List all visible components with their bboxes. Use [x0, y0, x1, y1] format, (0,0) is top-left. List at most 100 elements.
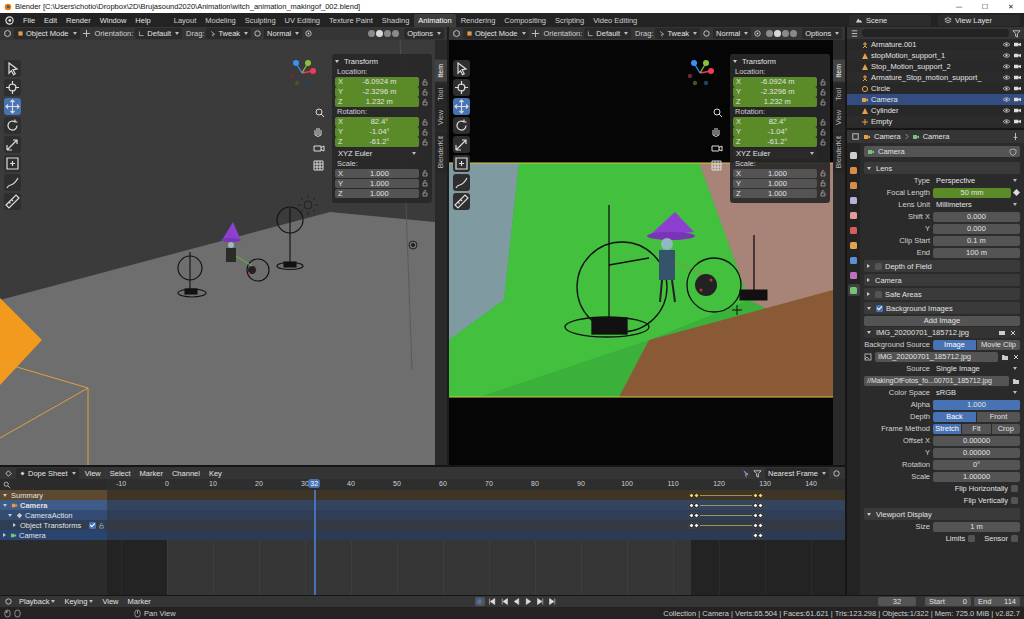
start-frame-field[interactable]: Start0 [925, 597, 971, 606]
keyframe-toggle[interactable] [1013, 189, 1020, 196]
lock-icon[interactable] [819, 98, 827, 106]
panel-header[interactable]: Camera [864, 274, 1020, 286]
outliner-item[interactable]: Armature_Stop_motion_support_ [847, 72, 1024, 83]
menu-item[interactable]: Marker [125, 597, 154, 606]
eye-icon[interactable] [1002, 41, 1011, 48]
playhead[interactable] [314, 490, 316, 595]
channel-checkbox[interactable] [89, 522, 96, 529]
snap-target-dropdown[interactable]: Normal [713, 28, 751, 39]
viewport-canvas[interactable]: TransformLocation:X-6.0924 mY-2.3296 mZ1… [0, 40, 435, 465]
frame-ruler[interactable]: -10010203040506070809010011012013014032 [107, 479, 845, 490]
menu-item[interactable]: Keying [61, 597, 96, 606]
properties-tab[interactable] [848, 149, 860, 161]
tool-button[interactable] [453, 60, 470, 77]
sidebar-tab[interactable]: BlenderKit [435, 132, 447, 172]
menu-item[interactable]: Help [131, 15, 154, 26]
lock-icon[interactable] [421, 78, 429, 86]
lock-icon[interactable] [819, 118, 827, 126]
menu-item[interactable]: Channel [169, 469, 203, 478]
search-icon[interactable] [3, 481, 11, 489]
lock-icon[interactable] [819, 189, 827, 197]
number-field[interactable]: Y-2.3296 m [335, 87, 419, 97]
tool-button[interactable] [4, 136, 21, 153]
display-toggle-icon[interactable] [998, 329, 1006, 337]
tool-button[interactable] [453, 155, 470, 172]
render-camera-icon[interactable] [1013, 96, 1022, 103]
channel-row[interactable]: Object Transforms [0, 520, 107, 530]
workspace-tab[interactable]: Shading [378, 14, 414, 27]
eye-icon[interactable] [1002, 63, 1011, 70]
transport-icon[interactable] [512, 597, 521, 606]
current-frame-field[interactable]: 32 [878, 597, 916, 606]
rotation-mode-dropdown[interactable]: XYZ Euler [733, 149, 817, 159]
lock-icon[interactable] [421, 88, 429, 96]
tool-button[interactable] [453, 174, 470, 191]
mode-dropdown[interactable]: Object Mode [14, 28, 80, 39]
number-field[interactable]: 0.1 m [933, 236, 1020, 246]
panel-header[interactable]: Transform [733, 56, 827, 67]
workspace-tab[interactable]: Modeling [201, 14, 239, 27]
transform-arrows-icon[interactable] [82, 29, 91, 38]
drag-dropdown[interactable]: Tweak [655, 28, 700, 39]
dropdown[interactable]: Millimeters [933, 200, 1020, 210]
navigation-gizmo-icon[interactable] [287, 58, 317, 88]
tool-button[interactable] [4, 155, 21, 172]
tool-button[interactable] [4, 174, 21, 191]
sidebar-tab[interactable]: Item [435, 60, 447, 82]
editor-type-icon[interactable] [850, 29, 859, 38]
sidebar-tab[interactable]: BlenderKit [833, 132, 845, 172]
keyframe[interactable] [692, 501, 699, 508]
window-control-button[interactable]: ✕ [998, 3, 1024, 11]
dropdown[interactable]: Single Image [933, 364, 1020, 374]
keyframe[interactable] [757, 511, 764, 518]
toggle-option[interactable]: Front [977, 412, 1020, 422]
snap-target-dropdown[interactable]: Normal [264, 28, 302, 39]
panel-checkbox[interactable] [875, 263, 882, 270]
properties-tab[interactable] [848, 254, 860, 266]
number-field[interactable]: 50 mm [933, 188, 1011, 198]
panel-header[interactable]: Viewport Display [864, 508, 1020, 520]
lock-icon[interactable] [819, 88, 827, 96]
sidebar-tab[interactable]: View [833, 106, 845, 129]
file-path-field[interactable]: //MakingOfFotos_fo...00701_185712.jpg [864, 376, 1009, 386]
navigation-gizmo-icon[interactable] [685, 58, 715, 88]
filter-icon[interactable] [1012, 29, 1021, 38]
properties-tab[interactable] [848, 194, 860, 206]
pan-hand-icon[interactable] [312, 125, 325, 138]
number-field[interactable]: Y1.000 [335, 179, 419, 189]
workspace-tab[interactable]: Layout [170, 14, 201, 27]
support-stand[interactable] [732, 235, 767, 315]
outliner-item[interactable]: Empty [847, 116, 1024, 127]
number-field[interactable]: X82.4° [733, 117, 817, 127]
tool-button[interactable] [4, 79, 21, 96]
number-field[interactable]: X-6.0924 m [733, 77, 817, 87]
proportional-edit-icon[interactable] [304, 29, 313, 38]
checkbox[interactable] [1011, 497, 1018, 504]
mode-dropdown[interactable]: Object Mode [463, 28, 529, 39]
menu-item[interactable]: Marker [137, 469, 166, 478]
number-field[interactable]: 1 m [933, 522, 1020, 532]
tool-button[interactable] [4, 117, 21, 134]
sidebar-tab[interactable]: Tool [833, 84, 845, 105]
number-field[interactable]: Y-2.3296 m [733, 87, 817, 97]
window-control-button[interactable]: ☐ [972, 3, 998, 11]
toggle-option[interactable]: Fit [962, 424, 990, 434]
support-stand[interactable] [178, 252, 206, 297]
checkbox[interactable] [1011, 535, 1018, 542]
snap-dropdown[interactable]: Nearest Frame [765, 468, 829, 479]
panel-header[interactable]: Transform [335, 56, 429, 67]
add-image-button[interactable]: Add Image [864, 316, 1020, 326]
properties-tab[interactable] [848, 284, 860, 296]
3d-viewport[interactable]: Object ModeOrientation:DefaultDrag:Tweak… [449, 27, 845, 465]
ortho-grid-icon[interactable] [710, 159, 723, 172]
lock-icon[interactable] [819, 169, 827, 177]
number-field[interactable]: 100 m [933, 248, 1020, 258]
remove-icon[interactable] [1009, 329, 1017, 337]
filter-icon[interactable] [753, 469, 762, 478]
menu-item[interactable]: Key [206, 469, 225, 478]
zoom-icon[interactable] [710, 108, 723, 121]
floor-plane[interactable] [0, 212, 435, 465]
editor-type-icon[interactable] [3, 29, 12, 38]
channel-row[interactable]: Camera [0, 500, 107, 510]
shading-buttons[interactable] [766, 30, 797, 37]
